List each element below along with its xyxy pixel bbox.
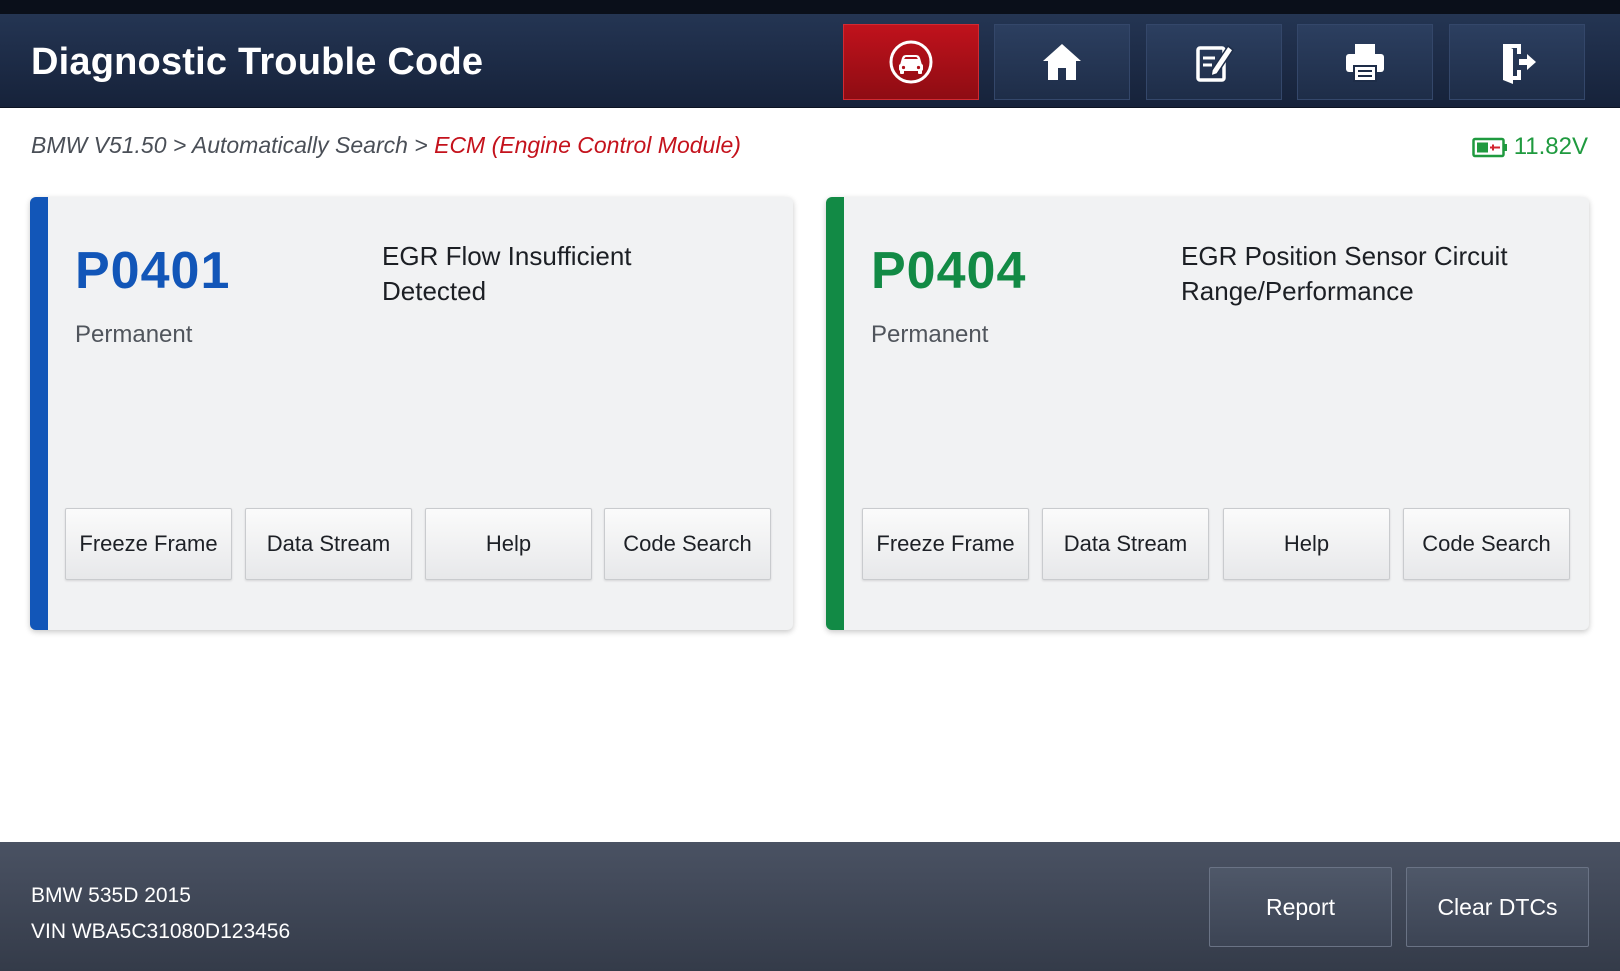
dtc-accent-bar <box>826 197 844 630</box>
help-button[interactable]: Help <box>1223 508 1390 580</box>
page-title: Diagnostic Trouble Code <box>31 41 484 83</box>
dtc-description-line: EGR Flow Insufficient <box>382 241 632 271</box>
car-icon <box>889 40 933 84</box>
home-icon <box>1043 44 1081 80</box>
exit-icon <box>1503 44 1536 84</box>
top-status-strip <box>0 0 1620 14</box>
dtc-card: P0401 Permanent EGR Flow Insufficient De… <box>30 197 793 630</box>
battery-icon <box>1471 137 1507 158</box>
footer-bar: BMW 535D 2015 VIN WBA5C31080D123456 Repo… <box>0 842 1620 971</box>
edit-icon <box>1196 44 1235 82</box>
vehicle-button[interactable] <box>843 24 979 100</box>
report-button[interactable]: Report <box>1209 867 1392 947</box>
help-button[interactable]: Help <box>425 508 592 580</box>
dtc-status: Permanent <box>871 321 989 348</box>
exit-button[interactable] <box>1449 24 1585 100</box>
dtc-description: EGR Position Sensor Circuit Range/Perfor… <box>1181 239 1571 309</box>
print-button[interactable] <box>1297 24 1433 100</box>
battery-voltage: 11.82V <box>1471 133 1588 161</box>
data-stream-button[interactable]: Data Stream <box>245 508 412 580</box>
vehicle-vin: VIN WBA5C31080D123456 <box>31 920 291 943</box>
dtc-status: Permanent <box>75 321 193 348</box>
dtc-description-line: Detected <box>382 276 487 306</box>
dtc-code: P0404 <box>871 242 1027 300</box>
dtc-description: EGR Flow Insufficient Detected <box>382 239 772 309</box>
clear-dtcs-button[interactable]: Clear DTCs <box>1406 867 1589 947</box>
code-search-button[interactable]: Code Search <box>604 508 771 580</box>
breadcrumb-current: ECM (Engine Control Module) <box>434 132 741 158</box>
dtc-accent-bar <box>30 197 48 630</box>
edit-button[interactable] <box>1146 24 1282 100</box>
dtc-description-line: Range/Performance <box>1181 276 1414 306</box>
dtc-description-line: EGR Position Sensor Circuit <box>1181 241 1508 271</box>
vehicle-info: BMW 535D 2015 VIN WBA5C31080D123456 <box>31 878 290 950</box>
home-button[interactable] <box>994 24 1130 100</box>
freeze-frame-button[interactable]: Freeze Frame <box>65 508 232 580</box>
breadcrumb-path: BMW V51.50 > Automatically Search > <box>31 132 435 158</box>
code-search-button[interactable]: Code Search <box>1403 508 1570 580</box>
data-stream-button[interactable]: Data Stream <box>1042 508 1209 580</box>
dtc-code: P0401 <box>75 242 231 300</box>
freeze-frame-button[interactable]: Freeze Frame <box>862 508 1029 580</box>
voltage-value: 11.82V <box>1513 133 1588 160</box>
breadcrumb: BMW V51.50 > Automatically Search > ECM … <box>31 132 741 159</box>
print-icon <box>1346 44 1384 82</box>
app-header: Diagnostic Trouble Code <box>0 14 1620 108</box>
vehicle-model: BMW 535D 2015 <box>31 884 191 907</box>
dtc-card: P0404 Permanent EGR Position Sensor Circ… <box>826 197 1589 630</box>
